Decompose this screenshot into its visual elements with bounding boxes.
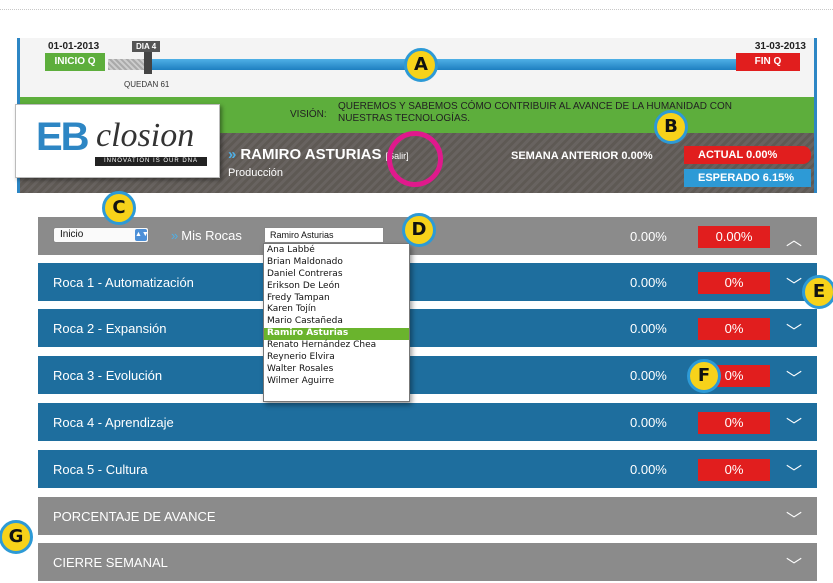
roca-label: Roca 3 - Evolución [53, 368, 163, 383]
roca-row[interactable]: Roca 5 - Cultura 0.00% 0% ﹀ [38, 450, 817, 488]
chevron-down-icon[interactable]: ﹀ [786, 506, 802, 530]
mis-rocas-badge: 0.00% [698, 226, 770, 248]
porcentaje-avance-section[interactable]: PORCENTAJE DE AVANCE ﹀ [38, 497, 817, 535]
roca-pct: 0.00% [630, 321, 667, 336]
roca-badge: 0% [698, 459, 770, 481]
user-name: RAMIRO ASTURIAS [240, 146, 382, 163]
roca-pct: 0.00% [630, 368, 667, 383]
chevron-down-icon[interactable]: ﹀ [786, 459, 802, 483]
dropdown-option[interactable]: Ana Labbé [264, 245, 409, 257]
roca-pct: 0.00% [630, 275, 667, 290]
view-select[interactable]: Inicio ▲▼ [53, 227, 149, 243]
end-date: 31-03-2013 [754, 41, 806, 52]
start-date: 01-01-2013 [48, 41, 100, 52]
previous-week-stat: SEMANA ANTERIOR 0.00% [511, 150, 653, 162]
callout-b: B [654, 110, 688, 144]
cierre-semanal-section[interactable]: CIERRE SEMANAL ﹀ [38, 543, 817, 581]
dropdown-option[interactable]: Reynerio Elvira [264, 352, 409, 364]
user-dropdown-list[interactable]: Ana Labbé Brian Maldonado Daniel Contrer… [263, 243, 410, 402]
dropdown-option[interactable]: Walter Rosales [264, 364, 409, 376]
chevron-down-icon[interactable]: ﹀ [786, 552, 802, 576]
logo-tagline: INNOVATION IS OUR DNA [95, 157, 207, 166]
today-marker [144, 52, 152, 74]
logo-eb: EB [36, 115, 90, 159]
roca-badge: 0% [698, 412, 770, 434]
dropdown-option[interactable]: Mario Castañeda [264, 316, 409, 328]
dropdown-option[interactable]: Karen Tojín [264, 304, 409, 316]
roca-label: Roca 5 - Cultura [53, 462, 148, 477]
roca-label: Roca 4 - Aprendizaje [53, 415, 174, 430]
view-select-value: Inicio [60, 229, 84, 240]
roca-row[interactable]: Roca 2 - Expansión 0.00% 0% ﹀ [38, 309, 817, 347]
roca-badge: 0% [698, 272, 770, 294]
actual-stat: ACTUAL 0.00% [684, 146, 811, 164]
dropdown-option-selected[interactable]: Ramiro Asturias [264, 328, 409, 341]
select-arrows-icon: ▲▼ [135, 229, 149, 241]
user-select[interactable]: Ramiro Asturias [264, 227, 384, 243]
callout-a: A [404, 48, 438, 82]
top-divider [0, 9, 833, 10]
days-remaining: QUEDAN 61 [124, 80, 170, 89]
quarter-end-button[interactable]: FIN Q [736, 53, 800, 71]
chevron-down-icon[interactable]: ﹀ [786, 272, 802, 296]
callout-e: E [802, 275, 833, 309]
remaining-progress-bar [148, 59, 748, 70]
chevron-down-icon[interactable]: ﹀ [786, 412, 802, 436]
logo-closion: closion [96, 117, 195, 154]
roca-row[interactable]: Roca 1 - Automatización 0.00% 0% ﹀ [38, 263, 817, 301]
dropdown-option[interactable]: Brian Maldonado [264, 257, 409, 269]
roca-label: Roca 1 - Automatización [53, 275, 194, 290]
section-label: PORCENTAJE DE AVANCE [53, 509, 216, 524]
chevron-right-icon: » [171, 228, 179, 243]
mis-rocas-pct: 0.00% [630, 229, 667, 244]
user-role: Producción [228, 167, 284, 179]
chevron-up-icon[interactable]: ︿ [786, 226, 802, 250]
vision-label: VISIÓN: [290, 109, 327, 120]
dropdown-option[interactable]: Daniel Contreras [264, 269, 409, 281]
user-name-heading: » RAMIRO ASTURIAS [Salir] [228, 146, 409, 163]
current-day-tag: DIA 4 [132, 41, 161, 52]
highlight-ring [387, 131, 443, 187]
dropdown-option[interactable]: Wilmer Aguirre [264, 376, 409, 388]
roca-label: Roca 2 - Expansión [53, 321, 167, 336]
section-label: CIERRE SEMANAL [53, 555, 168, 570]
roca-badge: 0% [698, 318, 770, 340]
dropdown-option[interactable]: Erikson De León [264, 281, 409, 293]
dropdown-option[interactable]: Fredy Tampan [264, 293, 409, 305]
roca-pct: 0.00% [630, 462, 667, 477]
expected-stat: ESPERADO 6.15% [684, 169, 811, 187]
callout-c: C [102, 191, 136, 225]
vision-text: QUEREMOS Y SABEMOS CÓMO CONTRIBUIR AL AV… [338, 101, 732, 124]
dropdown-option[interactable]: Renato Hernández Chea [264, 340, 409, 352]
roca-pct: 0.00% [630, 415, 667, 430]
callout-g: G [0, 520, 33, 554]
roca-row[interactable]: Roca 4 - Aprendizaje 0.00% 0% ﹀ [38, 403, 817, 441]
callout-f: F [687, 359, 721, 393]
quarter-start-button[interactable]: INICIO Q [45, 53, 105, 71]
callout-d: D [402, 213, 436, 247]
mis-rocas-label: » Mis Rocas [171, 228, 242, 243]
chevron-down-icon[interactable]: ﹀ [786, 365, 802, 389]
ebclosion-logo: EB closion INNOVATION IS OUR DNA [15, 104, 220, 178]
chevron-down-icon[interactable]: ﹀ [786, 318, 802, 342]
elapsed-progress [108, 59, 148, 70]
chevron-right-icon: » [228, 146, 237, 163]
